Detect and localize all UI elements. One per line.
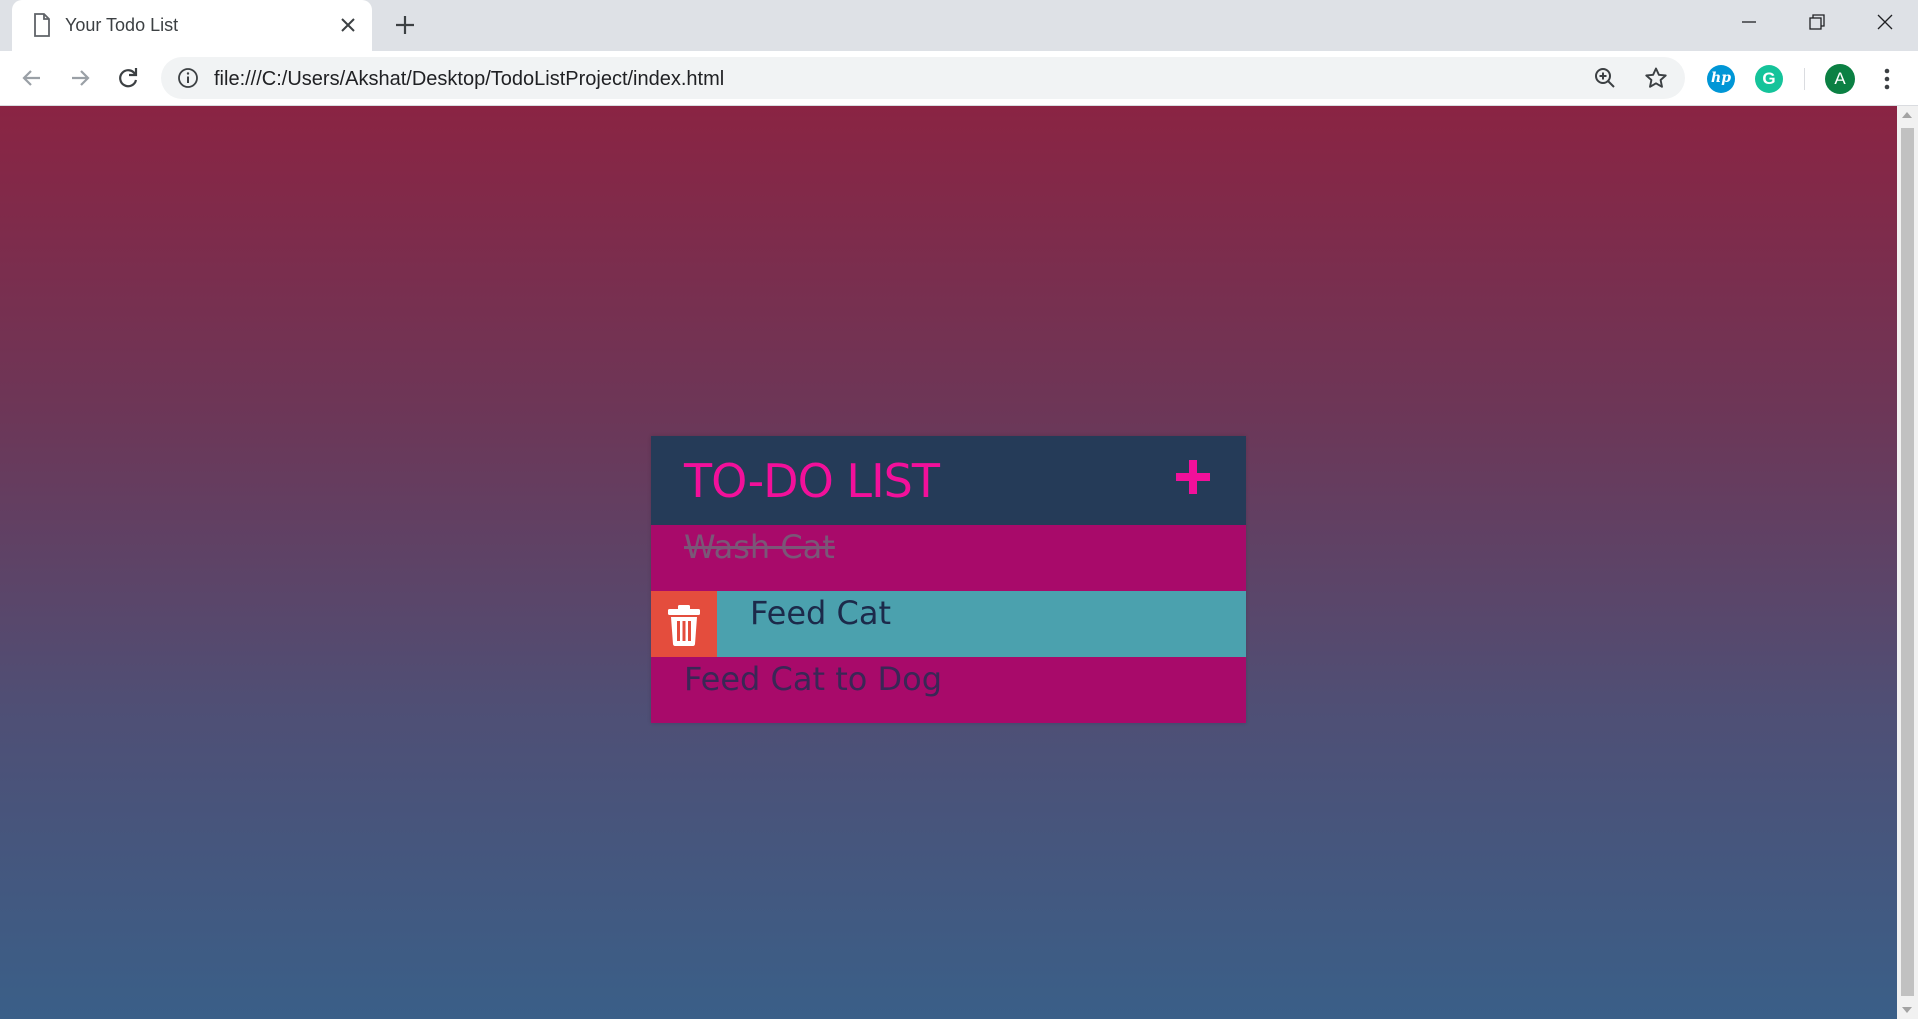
new-tab-icon[interactable]: [392, 12, 418, 38]
scroll-down-arrow-icon[interactable]: [1902, 1007, 1912, 1013]
close-tab-icon[interactable]: [336, 13, 360, 37]
profile-avatar[interactable]: A: [1825, 64, 1855, 94]
zoom-icon[interactable]: [1593, 66, 1617, 90]
todo-item[interactable]: Feed Cat to Dog: [651, 657, 1246, 723]
info-icon[interactable]: [177, 67, 199, 89]
minimize-button[interactable]: [1715, 0, 1783, 44]
todo-item-label: Feed Cat to Dog: [684, 660, 943, 698]
restore-button[interactable]: [1783, 0, 1851, 44]
grammarly-extension-icon[interactable]: G: [1755, 65, 1783, 93]
bookmark-star-icon[interactable]: [1644, 66, 1668, 90]
restore-icon: [1809, 14, 1825, 30]
minimize-icon: [1742, 21, 1756, 23]
vertical-scrollbar[interactable]: [1897, 106, 1918, 1019]
page-icon: [34, 13, 50, 37]
close-icon: [1877, 14, 1893, 30]
todo-item-label: Feed Cat: [750, 594, 892, 632]
reload-icon[interactable]: [114, 64, 142, 92]
todo-item[interactable]: Wash Cat: [651, 525, 1246, 591]
close-window-button[interactable]: [1851, 0, 1918, 44]
todo-item-label: Wash Cat: [684, 528, 835, 566]
address-bar[interactable]: file:///C:/Users/Akshat/Desktop/TodoList…: [161, 57, 1685, 99]
todo-header: TO-DO LIST: [651, 436, 1246, 525]
tab-title: Your Todo List: [65, 15, 179, 35]
tab-strip: Your Todo List: [0, 0, 1918, 51]
browser-toolbar: file:///C:/Users/Akshat/Desktop/TodoList…: [0, 51, 1918, 106]
scroll-up-arrow-icon[interactable]: [1902, 112, 1912, 118]
hp-extension-icon[interactable]: hp: [1707, 65, 1735, 93]
todo-item[interactable]: Feed Cat: [651, 591, 1246, 657]
scrollbar-thumb[interactable]: [1901, 128, 1914, 996]
toolbar-divider: [1804, 68, 1805, 90]
page-viewport: TO-DO LIST Wash Cat Feed Cat Feed Cat to…: [0, 106, 1897, 1019]
url-text[interactable]: file:///C:/Users/Akshat/Desktop/TodoList…: [214, 68, 724, 91]
delete-button[interactable]: [651, 591, 717, 657]
todo-title: TO-DO LIST: [684, 454, 940, 508]
more-menu-icon[interactable]: [1875, 65, 1899, 93]
trash-icon: [668, 605, 700, 646]
todo-card: TO-DO LIST Wash Cat Feed Cat Feed Cat to…: [651, 436, 1246, 723]
forward-arrow-icon[interactable]: [66, 64, 94, 92]
plus-icon[interactable]: [1173, 457, 1213, 497]
back-arrow-icon[interactable]: [18, 64, 46, 92]
browser-tab[interactable]: Your Todo List: [12, 0, 372, 51]
